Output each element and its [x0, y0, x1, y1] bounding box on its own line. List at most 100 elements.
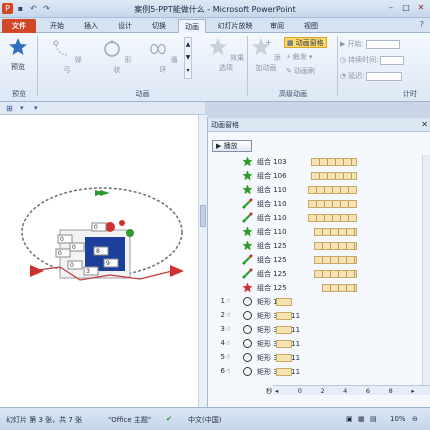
minimize-icon[interactable]: –	[384, 2, 398, 14]
timing-bar[interactable]	[276, 312, 292, 320]
timing-bar[interactable]	[276, 326, 292, 334]
timing-bar[interactable]	[313, 270, 358, 278]
theme-name[interactable]: "Office 主题"	[108, 415, 151, 425]
help-icon[interactable]: ?	[420, 20, 424, 29]
animation-loop[interactable]: 循环	[146, 39, 180, 75]
zoom-out-icon[interactable]: ⊖	[412, 415, 418, 423]
trigger-label: 触发	[292, 53, 307, 61]
animation-row[interactable]: 组合 110	[208, 225, 430, 239]
pane-scrollbar[interactable]	[422, 155, 430, 385]
scroll-thumb[interactable]	[200, 205, 206, 227]
mouse-click-icon: ☝	[226, 367, 231, 375]
tab-design[interactable]: 设计	[112, 19, 138, 33]
timing-bar[interactable]	[313, 228, 358, 236]
animation-row[interactable]: 组合 106	[208, 169, 430, 183]
duration-label: 持续时间:	[348, 56, 379, 64]
animation-row[interactable]: 1 ☝ 矩形 1: 11	[208, 295, 430, 309]
timing-bar[interactable]	[307, 200, 358, 208]
animation-row[interactable]: 组合 110	[208, 197, 430, 211]
star-red-icon	[242, 282, 253, 293]
animation-row[interactable]: 组合 125	[208, 281, 430, 295]
animation-row[interactable]: 6☝矩形 324: 11	[208, 365, 430, 379]
green-dot	[126, 229, 134, 237]
tab-animations[interactable]: 动画	[178, 19, 206, 33]
slide-canvas[interactable]: 0 0 0 0 8 9 3 0	[0, 115, 198, 407]
timing-bar[interactable]	[313, 256, 358, 264]
timing-bar[interactable]	[310, 172, 358, 180]
start-select[interactable]	[365, 39, 400, 49]
group-advanced-label: 高级动画	[279, 90, 307, 98]
animation-row[interactable]: 3☝矩形 321: 11	[208, 323, 430, 337]
duration-input[interactable]	[380, 55, 405, 65]
svg-text:0: 0	[94, 224, 98, 231]
animation-row[interactable]: 组合 125	[208, 267, 430, 281]
maximize-icon[interactable]: □	[399, 2, 413, 14]
timing-bar[interactable]	[322, 284, 358, 292]
delay-input[interactable]	[366, 71, 403, 81]
animation-list[interactable]: 组合 103 组合 106 组合 110 组合 110 组合 110 组合 110 组合 1…	[208, 155, 430, 385]
ribbon: 预览 预览 弹弓 形状 循环 ▲ ▼ ▾ 效果选项 动画 + 添加动画 ▦ 动画…	[0, 33, 430, 102]
close-icon[interactable]: ✕	[421, 118, 428, 132]
timing-bar[interactable]	[276, 354, 292, 362]
animation-slingshot[interactable]: 弹弓	[50, 39, 84, 75]
svg-text:8: 8	[96, 248, 100, 255]
mouse-click-icon: ☝	[226, 297, 231, 305]
ribbon-separator	[247, 36, 248, 96]
zoom-level[interactable]: 10%	[390, 415, 406, 423]
animation-row[interactable]: 组合 110	[208, 183, 430, 197]
timeline-unit[interactable]: 秒	[266, 385, 273, 395]
painter-icon: ✎	[286, 67, 292, 75]
timing-bar[interactable]	[313, 242, 358, 250]
tab-home[interactable]: 开始	[44, 19, 70, 33]
timing-bar[interactable]	[307, 214, 358, 222]
delay-label: 延迟:	[348, 72, 365, 80]
slide-info: 幻灯片 第 3 张，共 7 张	[6, 416, 83, 424]
animation-row[interactable]: 组合 125	[208, 239, 430, 253]
trigger-button[interactable]: ⚡ 触发 ▾	[286, 52, 312, 62]
pane-options-icon[interactable]: ▾	[34, 104, 38, 112]
timing-bar[interactable]	[276, 298, 292, 306]
view-toolbar: ⊞ ▾ ▾	[0, 102, 205, 115]
reading-view-icon[interactable]: ▤	[370, 415, 377, 423]
animation-row[interactable]: 4☝矩形 322: 11	[208, 337, 430, 351]
tab-insert[interactable]: 插入	[78, 19, 104, 33]
delay-icon: ◔	[340, 72, 347, 80]
animation-shape[interactable]: 形状	[100, 39, 134, 75]
row-number: 5	[220, 353, 225, 361]
tab-view[interactable]: 视图	[298, 19, 324, 33]
animation-row[interactable]: 2☝矩形 320: 11	[208, 309, 430, 323]
gallery-scroll[interactable]: ▲ ▼ ▾	[184, 37, 192, 79]
duration-row: ◷ 持续时间:	[340, 55, 405, 65]
timing-bar[interactable]	[310, 158, 358, 166]
effect-options-button[interactable]: 效果选项	[206, 37, 246, 73]
timing-bar[interactable]	[307, 186, 358, 194]
row-label: 组合 103	[257, 158, 287, 166]
timeline-tick: ▸	[411, 386, 415, 395]
tab-review[interactable]: 审阅	[264, 19, 290, 33]
preview-button[interactable]: 预览	[4, 37, 32, 72]
tab-transitions[interactable]: 切换	[146, 19, 172, 33]
animation-row[interactable]: 组合 110	[208, 211, 430, 225]
play-button[interactable]: ▶ 播放	[212, 140, 252, 152]
star-green-icon	[242, 240, 253, 251]
close-icon[interactable]: ✕	[414, 2, 428, 14]
tab-slideshow[interactable]: 幻灯片放映	[212, 19, 258, 33]
tab-file[interactable]: 文件	[2, 19, 36, 33]
outline-view-icon[interactable]: ⊞	[6, 104, 13, 113]
normal-view-icon[interactable]: ▣	[346, 415, 353, 423]
animation-row[interactable]: 组合 125	[208, 253, 430, 267]
add-animation-button[interactable]: + 添加动画	[249, 37, 283, 73]
animation-row[interactable]: 5☝矩形 323: 11	[208, 351, 430, 365]
timing-bar[interactable]	[276, 340, 292, 348]
spellcheck-icon[interactable]: ✔	[166, 415, 172, 423]
animation-painter-button[interactable]: ✎ 动画刷	[286, 66, 315, 76]
animation-pane-button[interactable]: ▦ 动画窗格	[284, 37, 327, 48]
animation-row[interactable]: 组合 103	[208, 155, 430, 169]
canvas-vertical-scrollbar[interactable]	[198, 115, 207, 407]
slides-view-icon[interactable]: ▾	[20, 104, 24, 112]
row-label: 组合 110	[257, 228, 287, 236]
sorter-view-icon[interactable]: ▦	[358, 415, 365, 423]
group-animation-label: 动画	[135, 90, 150, 98]
language[interactable]: 中文(中国)	[188, 415, 221, 425]
timing-bar[interactable]	[276, 368, 292, 376]
